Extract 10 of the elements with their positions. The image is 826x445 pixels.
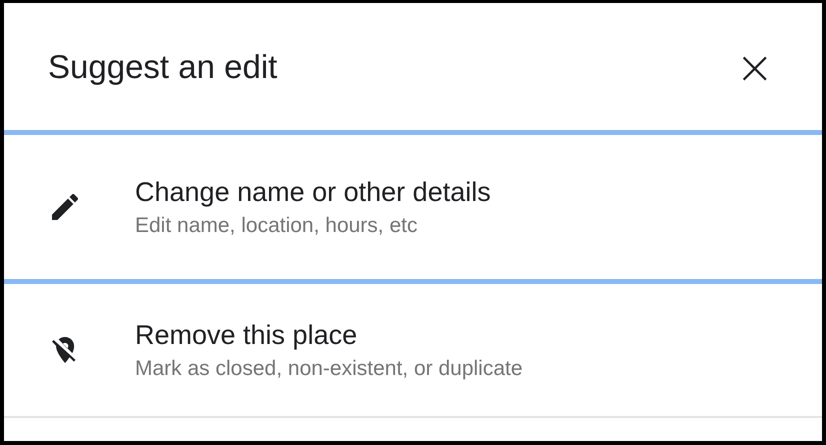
option-item[interactable]: Remove this place Mark as closed, non-existent, or duplicate bbox=[4, 284, 822, 418]
option-title: Change name or other details bbox=[135, 176, 491, 208]
dialog-title: Suggest an edit bbox=[48, 48, 278, 86]
option-subtitle: Mark as closed, non-existent, or duplicate bbox=[135, 356, 523, 380]
location-off-icon bbox=[52, 336, 78, 364]
option-subtitle: Edit name, location, hours, etc bbox=[135, 214, 418, 238]
close-button[interactable]: × bbox=[731, 44, 778, 90]
option-item[interactable]: Change name or other details Edit name, location, hours, etc bbox=[4, 130, 822, 284]
option-title: Remove this place bbox=[135, 320, 358, 350]
pencil-icon bbox=[52, 194, 78, 220]
